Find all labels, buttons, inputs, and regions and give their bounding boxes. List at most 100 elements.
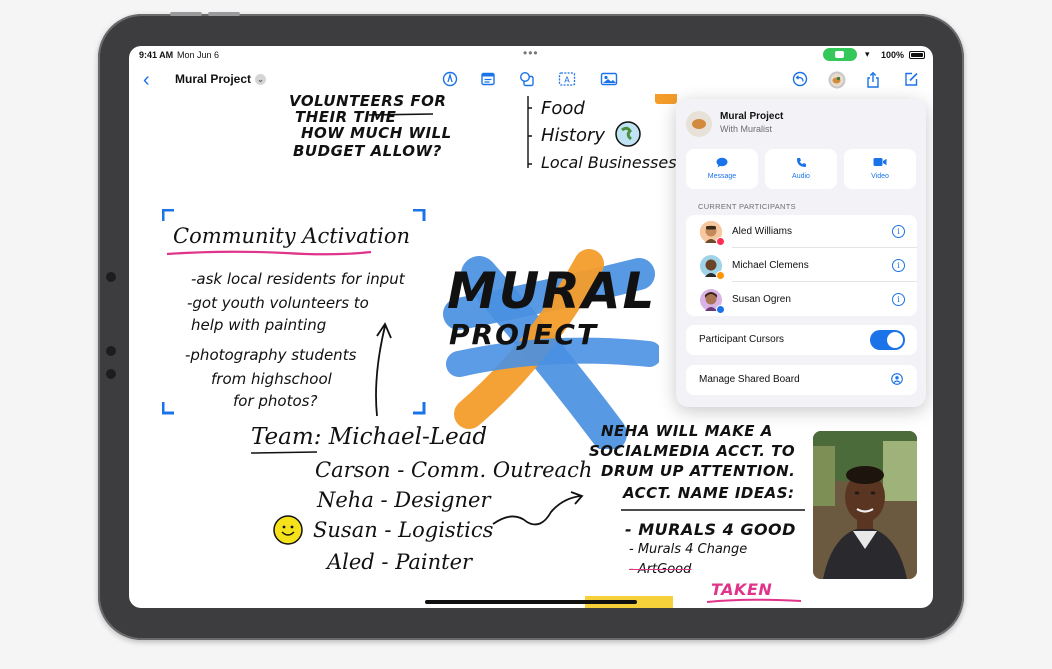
toggle-knob [887,332,903,348]
smiley-sticker-icon [273,515,303,545]
video-label: Video [871,173,889,180]
popover-title: Mural Project [720,111,784,122]
facetime-video-tile[interactable] [813,431,917,579]
volume-button [170,12,202,16]
neha-note-line: ACCT. NAME IDEAS: [623,484,795,502]
community-heading: Community Activation [173,224,411,248]
message-bubble-icon [686,157,758,170]
people-settings-icon [891,373,903,388]
team-member: Aled - Painter [327,550,473,574]
undo-icon[interactable] [789,71,811,91]
community-item: help with painting [191,316,327,334]
home-indicator[interactable] [425,600,637,604]
participant-name: Susan Ogren [732,294,791,305]
cursor-color-dot [716,305,725,314]
community-item: -ask local residents for input [191,270,405,288]
team-member: Neha - Designer [317,488,491,512]
taken-underline [706,598,802,603]
popover-header: Mural Project With Muralist [686,109,916,145]
team-underline [250,451,318,454]
participant-row[interactable]: Susan Ogren i [686,283,917,316]
mural-subtitle: PROJECT [449,318,599,351]
video-camera-icon [844,157,916,170]
status-date: Mon Jun 6 [177,50,220,60]
collaborators-icon[interactable] [826,71,848,91]
topic-item: Food [541,98,585,119]
volume-button [208,12,240,16]
share-popover: Mural Project With Muralist Message Audi… [676,99,926,407]
facetime-active-indicator[interactable] [823,48,857,61]
underline-stroke [368,113,434,116]
board-thumbnail [686,111,712,137]
battery-percent: 100% [881,50,905,60]
message-label: Message [707,173,737,180]
camera-icon [835,51,844,58]
cursors-label: Participant Cursors [699,334,785,345]
svg-text:A: A [564,76,570,85]
cursor-color-dot [716,271,725,280]
participant-row[interactable]: Aled Williams i [686,215,917,248]
top-note-line: BUDGET ALLOW? [293,142,442,160]
arrow-stroke [375,322,392,417]
pencil-tip-icon[interactable] [439,71,461,91]
manage-shared-board-row[interactable]: Manage Shared Board [686,365,917,395]
topic-item: History [541,125,606,146]
topic-bracket [527,96,532,168]
name-idea: - Murals 4 Change [629,542,748,557]
mural-title: MURAL [447,262,657,320]
side-sensor [106,346,116,356]
name-idea: - MURALS 4 GOOD [625,520,796,539]
neha-note-line: DRUM UP ATTENTION. [601,462,796,480]
message-button[interactable]: Message [686,149,758,189]
team-heading: Team: Michael-Lead [251,424,488,450]
back-chevron-icon[interactable]: ‹ [143,69,150,92]
neha-note-line: SOCIALMEDIA ACCT. TO [589,442,796,460]
community-item: -photography students [185,346,357,364]
community-item: for photos? [233,392,318,410]
info-icon[interactable]: i [892,225,905,238]
text-box-icon[interactable]: A [556,71,578,91]
side-sensor [106,272,116,282]
pink-underline [166,250,372,256]
neha-note-line: NEHA WILL MAKE A [601,422,773,440]
shapes-icon[interactable] [516,71,538,91]
audio-label: Audio [792,173,810,180]
share-icon[interactable] [862,71,884,91]
participants-list: Aled Williams i Michael Clemens i Susan … [686,215,917,316]
note-icon[interactable] [477,71,499,91]
video-participant-image [813,431,917,579]
name-idea: - ArtGood [629,562,692,577]
multitasking-dots-icon[interactable]: ••• [523,46,539,60]
cursor-color-dot [716,237,725,246]
photo-icon[interactable] [598,71,620,91]
community-item: from highschool [211,370,332,388]
video-button[interactable]: Video [844,149,916,189]
phone-icon [765,157,837,170]
participants-section-label: CURRENT PARTICIPANTS [698,202,796,211]
orange-sticker-peek [655,94,677,104]
top-note-line: HOW MUCH WILL [301,124,452,142]
participant-name: Aled Williams [732,226,793,237]
participant-cursors-row: Participant Cursors [686,325,917,355]
board-title-button[interactable]: Mural Project ⌄ [175,72,267,86]
squiggle-arrow [492,491,584,526]
topic-item: Local Businesses [541,153,677,172]
row-divider [732,247,917,248]
info-icon[interactable]: i [892,259,905,272]
manage-label: Manage Shared Board [699,374,800,385]
participant-name: Michael Clemens [732,260,809,271]
audio-button[interactable]: Audio [765,149,837,189]
compose-icon[interactable] [900,71,922,91]
status-time: 9:41 AM [139,50,174,60]
ipad-screen: 9:41 AM Mon Jun 6 ••• ▾ 100% ‹ Mural Pro… [129,46,933,608]
row-divider [732,281,917,282]
participant-row[interactable]: Michael Clemens i [686,249,917,282]
side-sensor [106,369,116,379]
chevron-down-icon: ⌄ [255,74,267,85]
cursors-toggle[interactable] [870,330,905,350]
status-bar: 9:41 AM Mon Jun 6 ••• ▾ 100% [129,46,933,64]
wifi-icon: ▾ [865,49,870,59]
team-member: Carson - Comm. Outreach [315,458,593,482]
info-icon[interactable]: i [892,293,905,306]
battery-icon [909,51,925,59]
